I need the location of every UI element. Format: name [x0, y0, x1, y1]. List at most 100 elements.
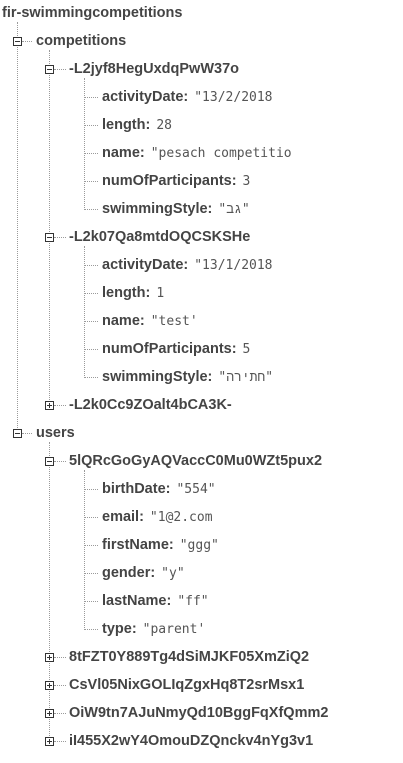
collapse-toggle-icon[interactable]	[45, 233, 54, 242]
field-value[interactable]: "test'	[151, 314, 198, 329]
expand-toggle-icon[interactable]	[45, 681, 54, 690]
tree-stub	[54, 741, 66, 742]
tree-stub	[84, 153, 98, 154]
field-value[interactable]: "חתירה"	[218, 370, 273, 385]
tree-stub	[84, 321, 98, 322]
collapse-toggle-icon[interactable]	[45, 65, 54, 74]
expand-toggle-icon[interactable]	[45, 653, 54, 662]
tree-stub	[54, 237, 66, 238]
field-value[interactable]: "554"	[176, 482, 215, 497]
node-label[interactable]: competitions	[36, 33, 126, 49]
field-value[interactable]: "גב"	[218, 202, 249, 217]
tree-guide-competitions	[49, 50, 50, 406]
field-birthdate[interactable]: birthDate: "554"	[102, 480, 216, 498]
root-node[interactable]: fir-swimmingcompetitions	[2, 4, 182, 22]
database-tree: fir-swimmingcompetitions competitions -L…	[0, 0, 403, 763]
collapse-toggle-icon[interactable]	[13, 37, 22, 46]
field-key: lastName:	[102, 593, 172, 609]
expand-toggle-icon[interactable]	[45, 709, 54, 718]
field-key: birthDate:	[102, 481, 171, 497]
tree-stub	[84, 601, 98, 602]
node-label[interactable]: users	[36, 425, 75, 441]
field-numofparticipants[interactable]: numOfParticipants: 5	[102, 340, 250, 358]
node-user-2[interactable]: 8tFZT0Y889Tg4dSiMJKF05XmZiQ2	[69, 648, 309, 666]
tree-stub	[84, 181, 98, 182]
field-swimmingstyle[interactable]: swimmingStyle: "חתירה"	[102, 368, 273, 386]
node-label[interactable]: CsVl05NixGOLIqZgxHq8T2srMsx1	[69, 677, 304, 693]
node-competition-2[interactable]: -L2k07Qa8mtdOQCSKSHe	[69, 228, 250, 246]
tree-stub	[84, 629, 98, 630]
field-value[interactable]: "pesach competitio	[151, 146, 292, 161]
node-label[interactable]: -L2k07Qa8mtdOQCSKSHe	[69, 229, 250, 245]
tree-guide-user1	[84, 470, 85, 630]
field-length[interactable]: length: 1	[102, 284, 164, 302]
tree-stub	[84, 97, 98, 98]
root-label[interactable]: fir-swimmingcompetitions	[2, 5, 182, 21]
field-key: numOfParticipants:	[102, 341, 237, 357]
field-key: numOfParticipants:	[102, 173, 237, 189]
field-activitydate[interactable]: activityDate: "13/2/2018	[102, 88, 273, 106]
field-value[interactable]: 3	[243, 174, 251, 189]
field-name[interactable]: name: "test'	[102, 312, 198, 330]
field-name[interactable]: name: "pesach competitio	[102, 144, 292, 162]
field-value[interactable]: "1@2.com	[150, 510, 213, 525]
tree-stub	[22, 433, 32, 434]
field-key: type:	[102, 621, 137, 637]
node-user-1[interactable]: 5lQRcGoGyAQVaccC0Mu0WZt5pux2	[69, 452, 322, 470]
tree-stub	[84, 125, 98, 126]
field-key: length:	[102, 117, 151, 133]
tree-stub	[84, 293, 98, 294]
field-key: gender:	[102, 565, 156, 581]
node-label[interactable]: -L2k0Cc9ZOalt4bCA3K-	[69, 397, 232, 413]
field-key: swimmingStyle:	[102, 201, 213, 217]
tree-stub	[84, 377, 98, 378]
field-key: email:	[102, 509, 144, 525]
node-label[interactable]: 8tFZT0Y889Tg4dSiMJKF05XmZiQ2	[69, 649, 309, 665]
field-numofparticipants[interactable]: numOfParticipants: 3	[102, 172, 250, 190]
tree-stub	[22, 41, 32, 42]
field-value[interactable]: 28	[156, 118, 172, 133]
field-value[interactable]: "ff"	[177, 594, 208, 609]
collapse-toggle-icon[interactable]	[45, 457, 54, 466]
node-user-5[interactable]: iI455X2wY4OmouDZQnckv4nYg3v1	[69, 732, 313, 750]
field-email[interactable]: email: "1@2.com	[102, 508, 213, 526]
expand-toggle-icon[interactable]	[45, 401, 54, 410]
node-competition-1[interactable]: -L2jyf8HegUxdqPwW37o	[69, 60, 239, 78]
field-value[interactable]: "parent'	[143, 622, 206, 637]
node-label[interactable]: iI455X2wY4OmouDZQnckv4nYg3v1	[69, 733, 313, 749]
node-user-4[interactable]: OiW9tn7AJuNmyQd10BggFqXfQmm2	[69, 704, 328, 722]
field-lastname[interactable]: lastName: "ff"	[102, 592, 209, 610]
node-label[interactable]: OiW9tn7AJuNmyQd10BggFqXfQmm2	[69, 705, 328, 721]
field-value[interactable]: "y"	[161, 566, 184, 581]
field-value[interactable]: "13/1/2018	[194, 258, 272, 273]
node-users[interactable]: users	[36, 424, 75, 442]
field-activitydate[interactable]: activityDate: "13/1/2018	[102, 256, 273, 274]
node-competition-3[interactable]: -L2k0Cc9ZOalt4bCA3K-	[69, 396, 232, 414]
field-firstname[interactable]: firstName: "ggg"	[102, 536, 219, 554]
field-value[interactable]: "ggg"	[180, 538, 219, 553]
field-key: activityDate:	[102, 257, 189, 273]
field-key: name:	[102, 145, 145, 161]
field-length[interactable]: length: 28	[102, 116, 172, 134]
field-key: name:	[102, 313, 145, 329]
tree-stub	[54, 713, 66, 714]
field-value[interactable]: 1	[156, 286, 164, 301]
field-type[interactable]: type: "parent'	[102, 620, 205, 638]
field-swimmingstyle[interactable]: swimmingStyle: "גב"	[102, 200, 250, 218]
tree-stub	[84, 489, 98, 490]
tree-stub	[84, 573, 98, 574]
tree-stub	[84, 265, 98, 266]
node-user-3[interactable]: CsVl05NixGOLIqZgxHq8T2srMsx1	[69, 676, 304, 694]
tree-stub	[84, 349, 98, 350]
field-gender[interactable]: gender: "y"	[102, 564, 185, 582]
tree-guide-root	[17, 22, 18, 434]
field-value[interactable]: "13/2/2018	[194, 90, 272, 105]
node-label[interactable]: -L2jyf8HegUxdqPwW37o	[69, 61, 239, 77]
collapse-toggle-icon[interactable]	[13, 429, 22, 438]
field-key: swimmingStyle:	[102, 369, 213, 385]
node-competitions[interactable]: competitions	[36, 32, 126, 50]
field-key: activityDate:	[102, 89, 189, 105]
node-label[interactable]: 5lQRcGoGyAQVaccC0Mu0WZt5pux2	[69, 453, 322, 469]
expand-toggle-icon[interactable]	[45, 737, 54, 746]
field-value[interactable]: 5	[243, 342, 251, 357]
